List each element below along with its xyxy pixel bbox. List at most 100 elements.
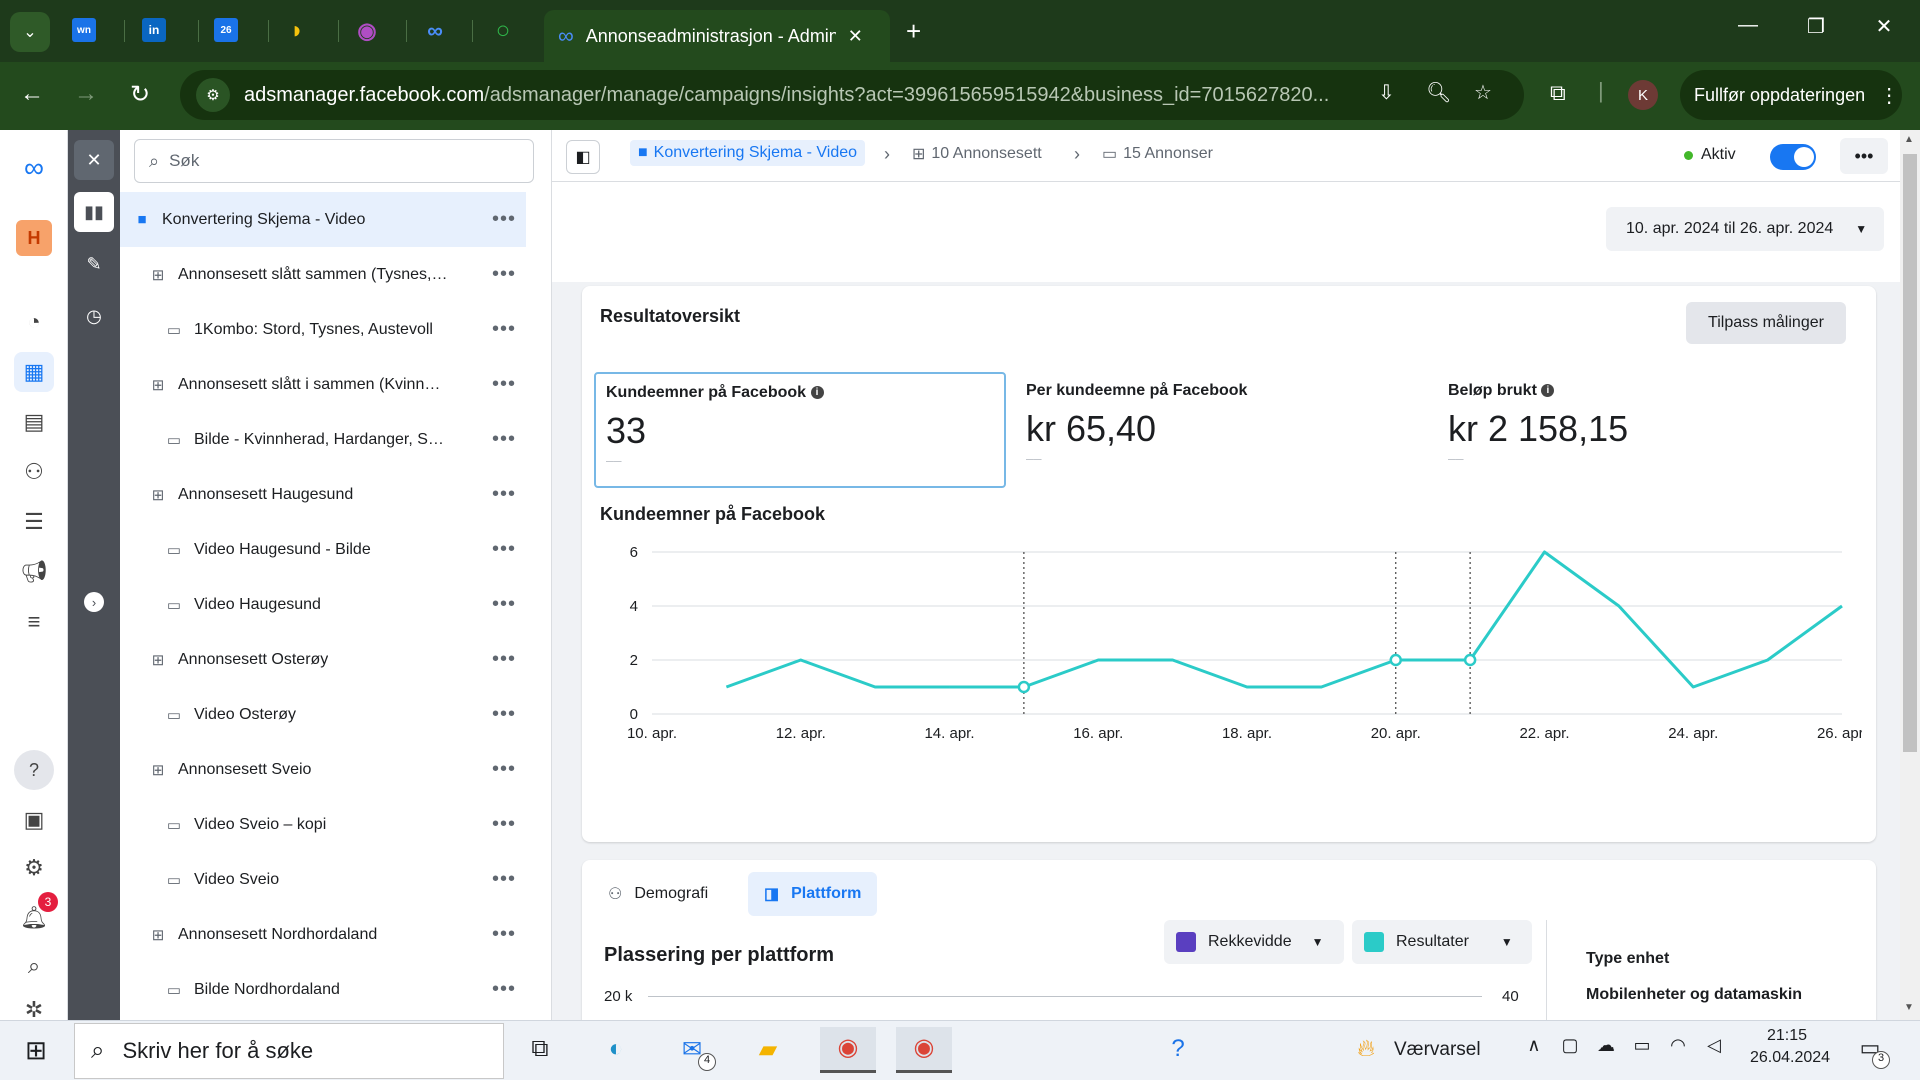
info-icon[interactable]: i [1541, 384, 1555, 398]
more-options-icon[interactable]: ••• [492, 703, 516, 726]
more-options-button[interactable]: ••• [1840, 138, 1888, 174]
edit-pencil-icon[interactable]: ✎ [74, 244, 114, 284]
tree-item-ad[interactable]: ▭ Bilde Nordhordaland ••• [120, 962, 526, 1017]
chevron-up-icon[interactable]: ∧ [1514, 1035, 1554, 1056]
meet-icon[interactable]: ▢ [1550, 1035, 1590, 1056]
volume-icon[interactable]: ◁ [1694, 1035, 1734, 1056]
charts-icon[interactable]: ▮▮ [74, 192, 114, 232]
meta-logo-icon[interactable]: ∞ [14, 148, 54, 188]
metric-leads[interactable]: Kundeemner på Facebook i 33 –– [594, 372, 1006, 488]
history-clock-icon[interactable]: ◷ [74, 296, 114, 336]
pages-icon[interactable]: ▤ [14, 402, 54, 442]
more-options-icon[interactable]: ••• [492, 923, 516, 946]
chrome-icon[interactable]: ◉ [820, 1027, 876, 1073]
tree-search-input[interactable]: ⌕ Søk [134, 139, 534, 183]
expand-chevron-icon[interactable]: › [84, 592, 104, 612]
audiences-icon[interactable]: ⚇ [14, 452, 54, 492]
battery-icon[interactable]: ▭ [1622, 1035, 1662, 1056]
more-options-icon[interactable]: ••• [492, 428, 516, 451]
search-icon[interactable]: ⌕ [14, 946, 54, 986]
close-window-button[interactable]: ✕ [1864, 14, 1904, 39]
toggle-sidebar-icon[interactable]: ◧ [566, 140, 600, 174]
active-toggle[interactable] [1770, 144, 1816, 170]
more-options-icon[interactable]: ••• [492, 868, 516, 891]
more-options-icon[interactable]: ••• [492, 758, 516, 781]
pinned-tab-linkedin[interactable]: in [142, 18, 166, 42]
notifications-bell-icon[interactable]: 🔔︎ 3 [14, 892, 58, 938]
weather-icon[interactable]: 🔥︎ [1346, 1035, 1386, 1063]
chrome-profile-icon[interactable]: ◉ [896, 1027, 952, 1073]
menu-icon[interactable]: ≡ [14, 602, 54, 642]
more-options-icon[interactable]: ••• [492, 318, 516, 341]
help-icon[interactable]: ? [14, 750, 54, 790]
more-options-icon[interactable]: ••• [492, 648, 516, 671]
tree-item-adset[interactable]: ⊞ Annonsesett Haugesund ••• [120, 467, 526, 522]
megaphone-icon[interactable]: 📢︎ [14, 552, 54, 592]
pinned-tab-wn[interactable]: wn [72, 18, 96, 42]
windows-start-icon[interactable]: ⊞ [16, 1035, 56, 1066]
clock[interactable]: 21:15 26.04.2024 [1750, 1027, 1830, 1067]
breadcrumb-ads[interactable]: ▭ 15 Annonser [1102, 144, 1213, 164]
tree-item-ad[interactable]: ▭ Video Sveio – kopi ••• [120, 797, 526, 852]
tree-item-ad[interactable]: ▭ Video Haugesund - Bilde ••• [120, 522, 526, 577]
tree-item-ad[interactable]: ▭ Video Osterøy ••• [120, 687, 526, 742]
device-type-value[interactable]: Mobilenheter og datamaskin [1586, 986, 1802, 1004]
pinned-tab-podcast[interactable]: ◉ [350, 14, 384, 48]
file-explorer-icon[interactable]: ▰ [748, 1035, 788, 1064]
site-info-icon[interactable]: ⚙ [196, 78, 230, 112]
workspace-avatar[interactable]: H [14, 218, 54, 258]
task-view-icon[interactable]: ⧉ [520, 1035, 560, 1063]
metric-cost-per-lead[interactable]: Per kundeemne på Facebook kr 65,40 –– [1016, 372, 1428, 488]
install-icon[interactable]: ⇩ [1378, 80, 1395, 105]
more-options-icon[interactable]: ••• [492, 813, 516, 836]
update-button[interactable]: Fullfør oppdateringen ⋮ [1680, 70, 1902, 120]
minimize-button[interactable]: — [1728, 14, 1768, 37]
taskbar-search[interactable]: ⌕ Skriv her for å søke [74, 1023, 504, 1079]
more-options-icon[interactable]: ••• [492, 593, 516, 616]
tree-item-adset[interactable]: ⊞ Annonsesett Sveio ••• [120, 742, 526, 797]
pinned-tab-banana[interactable]: ◗ [280, 14, 314, 48]
tab-plattform[interactable]: ◨ Plattform [748, 872, 878, 916]
more-options-icon[interactable]: ••• [492, 483, 516, 506]
forward-button[interactable]: → [68, 80, 104, 108]
feedback-icon[interactable]: ▣ [14, 800, 54, 840]
help-tips-icon[interactable]: ? [1158, 1035, 1198, 1063]
more-options-icon[interactable]: ••• [492, 373, 516, 396]
date-range-picker[interactable]: 10. apr. 2024 til 26. apr. 2024 ▼ [1606, 207, 1884, 251]
notification-center-icon[interactable]: ▭ 3 [1850, 1035, 1890, 1069]
more-options-icon[interactable]: ••• [492, 263, 516, 286]
edge-icon[interactable]: ◐ [596, 1035, 636, 1063]
tree-item-ad[interactable]: ▭ Bilde - Kvinnherad, Hardanger, Samnange… [120, 412, 526, 467]
more-options-icon[interactable]: ••• [492, 538, 516, 561]
pinned-tab-meta[interactable]: ∞ [418, 14, 452, 48]
wifi-icon[interactable]: ◠ [1658, 1035, 1698, 1056]
active-tab[interactable]: ∞ Annonseadministrasjon - Admin ✕ [544, 10, 890, 62]
pinned-tab-circle[interactable]: ○ [486, 14, 520, 48]
restore-button[interactable]: ❐ [1796, 14, 1836, 39]
url-text[interactable]: adsmanager.facebook.com/adsmanager/manag… [244, 84, 1354, 107]
tree-item-ad[interactable]: ▭ 1Kombo: Stord, Tysnes, Austevoll ••• [120, 302, 526, 357]
settings-gear-icon[interactable]: ⚙ [14, 848, 54, 888]
campaigns-table-icon[interactable]: ▦ [14, 352, 54, 392]
cloud-icon[interactable]: ☁ [1586, 1035, 1626, 1056]
profile-avatar[interactable]: K [1628, 80, 1658, 110]
customize-metrics-button[interactable]: Tilpass målinger [1686, 302, 1846, 344]
address-bar[interactable]: ⚙ adsmanager.facebook.com/adsmanager/man… [180, 70, 1524, 120]
page-scrollbar[interactable]: ▲ ▼ [1900, 130, 1920, 1020]
tree-item-adset[interactable]: ⊞ Annonsesett Nordhordaland ••• [120, 907, 526, 962]
close-icon[interactable]: ✕ [848, 26, 863, 47]
more-options-icon[interactable]: ••• [492, 208, 516, 231]
dashboard-icon[interactable]: ◔ [14, 302, 54, 342]
tab-demografi[interactable]: ⚇ Demografi [592, 872, 724, 916]
tree-item-ad[interactable]: ▭ Video Sveio ••• [120, 852, 526, 907]
tree-item-adset[interactable]: ⊞ Annonsesett slått i sammen (Kvinnherad,… [120, 357, 526, 412]
metric-dropdown-results[interactable]: Resultater ▼ [1352, 920, 1532, 964]
weather-label[interactable]: Værvarsel [1394, 1039, 1481, 1061]
pinned-tab-calendar[interactable]: 26 [214, 18, 238, 42]
mail-icon[interactable]: ✉ 4 [672, 1035, 716, 1071]
close-panel-icon[interactable]: ✕ [74, 140, 114, 180]
metric-dropdown-reach[interactable]: Rekkevidde ▼ [1164, 920, 1344, 964]
breadcrumb-campaign[interactable]: ■ Konvertering Skjema - Video [630, 140, 866, 166]
zoom-icon[interactable]: 🔍︎ [1426, 80, 1451, 105]
back-button[interactable]: ← [14, 80, 50, 108]
